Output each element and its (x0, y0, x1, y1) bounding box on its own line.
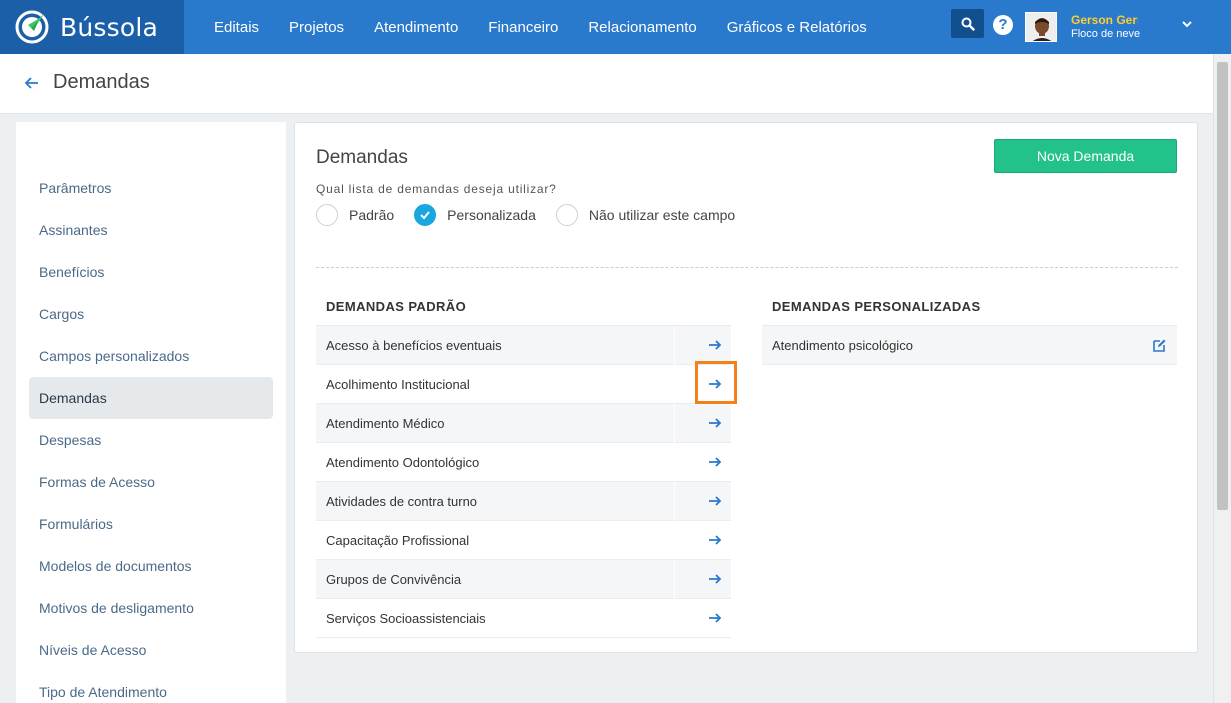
app-title: Bússola (60, 12, 159, 42)
sidebar-item-parametros[interactable]: Parâmetros (29, 167, 273, 209)
user-subtitle: Floco de neve (1071, 28, 1141, 40)
standard-demands-list: Acesso à benefícios eventuais Acolhiment… (316, 325, 731, 638)
arrow-right-icon[interactable] (708, 533, 722, 547)
demandas-card: Demandas Nova Demanda Qual lista de dema… (294, 122, 1198, 653)
chevron-down-icon[interactable] (1180, 17, 1194, 31)
compass-logo-icon (15, 10, 49, 44)
sidebar-item-despesas[interactable]: Despesas (29, 419, 273, 461)
main-nav: Editais Projetos Atendimento Financeiro … (199, 0, 882, 54)
back-arrow-icon[interactable] (24, 75, 40, 91)
sidebar-item-motivos-de-desligamento[interactable]: Motivos de desligamento (29, 587, 273, 629)
radio-circle[interactable] (555, 204, 578, 226)
row-separator (674, 326, 675, 365)
sidebar-item-niveis-de-acesso[interactable]: Níveis de Acesso (29, 629, 273, 671)
radio-label: Padrão (349, 207, 395, 223)
list-item-label: Atendimento psicológico (772, 337, 913, 353)
help-icon[interactable]: ? (993, 15, 1013, 35)
user-photo-icon (1026, 13, 1056, 41)
sidebar-item-campos-personalizados[interactable]: Campos personalizados (29, 335, 273, 377)
row-separator (674, 560, 675, 599)
radio-circle[interactable] (316, 204, 338, 226)
list-item-label: Atendimento Médico (326, 415, 445, 431)
scrollbar-thumb[interactable] (1217, 62, 1228, 510)
page-title: Demandas (53, 71, 150, 93)
radio-label: Personalizada (447, 207, 536, 223)
list-item-label: Atividades de contra turno (326, 493, 478, 509)
standard-demands-title: DEMANDAS PADRÃO (326, 299, 467, 314)
page-header: Demandas (0, 54, 1213, 114)
list-item: Atendimento Médico (316, 404, 731, 443)
list-item: Acolhimento Institucional (316, 365, 731, 404)
sidebar-item-cargos[interactable]: Cargos (29, 293, 273, 335)
page-scrollbar[interactable] (1213, 54, 1231, 703)
radio-personalizada[interactable]: Personalizada (414, 204, 536, 226)
sidebar-item-demandas[interactable]: Demandas (29, 377, 273, 419)
list-item-label: Acesso à benefícios eventuais (326, 337, 502, 353)
list-item-label: Grupos de Convivência (326, 571, 462, 587)
list-item: Capacitação Profissional (316, 521, 731, 560)
highlight-box (695, 361, 737, 404)
radio-nao-utilizar[interactable]: Não utilizar este campo (555, 204, 736, 226)
arrow-right-icon[interactable] (708, 455, 722, 469)
list-item-label: Atendimento Odontológico (326, 454, 480, 470)
row-separator (674, 482, 675, 521)
sidebar-item-modelos-de-documentos[interactable]: Modelos de documentos (29, 545, 273, 587)
list-item-label: Serviços Socioassistenciais (326, 610, 486, 626)
list-item: Serviços Socioassistenciais (316, 599, 731, 638)
sidebar-item-formas-de-acesso[interactable]: Formas de Acesso (29, 461, 273, 503)
list-item: Atendimento psicológico (762, 326, 1177, 365)
sidebar-item-tipo-de-atendimento[interactable]: Tipo de Atendimento (29, 671, 273, 703)
search-button[interactable] (951, 9, 984, 38)
list-question-label: Qual lista de demandas deseja utilizar? (316, 182, 557, 196)
radio-label: Não utilizar este campo (588, 207, 736, 223)
edit-icon[interactable] (1152, 338, 1167, 353)
arrow-right-icon[interactable] (708, 338, 722, 352)
sidebar-item-assinantes[interactable]: Assinantes (29, 209, 273, 251)
dashed-divider (316, 267, 1178, 268)
custom-demands-title: DEMANDAS PERSONALIZADAS (772, 299, 981, 314)
list-item: Grupos de Convivência (316, 560, 731, 599)
top-navbar: Bússola Editais Projetos Atendimento Fin… (0, 0, 1231, 54)
nav-item-financeiro[interactable]: Financeiro (473, 19, 573, 36)
list-item-label: Capacitação Profissional (326, 532, 470, 548)
new-demand-button[interactable]: Nova Demanda (994, 139, 1177, 173)
nav-item-editais[interactable]: Editais (199, 19, 274, 36)
list-item: Acesso à benefícios eventuais (316, 326, 731, 365)
radio-circle-checked[interactable] (414, 204, 437, 226)
nav-item-graficos-relatorios[interactable]: Gráficos e Relatórios (712, 19, 882, 36)
arrow-right-icon[interactable] (708, 572, 722, 586)
list-type-radio-group: Padrão Personalizada Não utilizar este c… (316, 204, 755, 226)
nav-item-projetos[interactable]: Projetos (274, 19, 359, 36)
arrow-right-icon[interactable] (708, 494, 722, 508)
nav-item-atendimento[interactable]: Atendimento (359, 19, 473, 36)
settings-sidebar: Parâmetros Assinantes Benefícios Cargos … (16, 122, 286, 703)
arrow-right-icon[interactable] (708, 416, 722, 430)
sidebar-item-beneficios[interactable]: Benefícios (29, 251, 273, 293)
search-icon (961, 17, 975, 31)
check-icon (420, 211, 430, 220)
user-name[interactable]: Gerson Germano (1071, 13, 1138, 27)
nav-item-relacionamento[interactable]: Relacionamento (573, 19, 711, 36)
arrow-right-icon[interactable] (708, 611, 722, 625)
custom-demands-list: Atendimento psicológico (762, 325, 1177, 365)
row-separator (674, 404, 675, 443)
sidebar-item-formularios[interactable]: Formulários (29, 503, 273, 545)
list-item: Atividades de contra turno (316, 482, 731, 521)
radio-padrao[interactable]: Padrão (316, 204, 394, 226)
list-item: Atendimento Odontológico (316, 443, 731, 482)
list-item-label: Acolhimento Institucional (326, 376, 470, 392)
avatar[interactable] (1025, 12, 1057, 42)
card-title: Demandas (316, 147, 408, 168)
app-logo[interactable]: Bússola (0, 0, 184, 54)
